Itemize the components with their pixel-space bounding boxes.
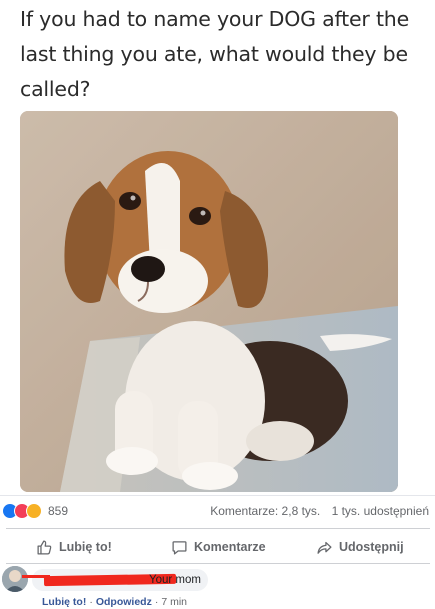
comment-meta: Lubię to! · Odpowiedz · 7 min [42,596,187,608]
avatar-image [2,566,28,592]
post-photo[interactable] [20,111,398,492]
share-button[interactable]: Udostępnij [316,533,404,561]
comment-bubble: Your mom [32,569,208,591]
post-actions: Lubię to! Komentarze Udostępnij [0,533,435,561]
like-button[interactable]: Lubię to! [36,533,112,561]
comment: Your mom Lubię to! · Odpowiedz · 7 min [0,566,435,609]
divider [6,563,430,564]
haha-icon [26,503,42,519]
comment-text: Your mom [149,574,201,586]
beagle-puppy-image [20,111,398,492]
share-label: Udostępnij [339,540,404,554]
comment-time[interactable]: 7 min [161,596,187,608]
comment-button[interactable]: Komentarze [171,533,266,561]
thumbs-up-icon [37,539,52,555]
comment-icon [172,540,187,555]
reaction-count[interactable]: 859 [48,504,68,518]
reactions-bar: 859 Komentarze: 2,8 tys. 1 tys. udostępn… [0,500,435,522]
avatar[interactable] [2,566,28,592]
shares-count[interactable]: 1 tys. udostępnień [332,504,429,518]
redaction-mark [22,575,50,578]
like-label: Lubię to! [59,540,112,554]
divider [6,528,430,529]
comments-count[interactable]: Komentarze: 2,8 tys. [210,504,320,518]
reaction-icons[interactable] [2,503,46,519]
separator: · [89,596,93,608]
post-stats: Komentarze: 2,8 tys. 1 tys. udostępnień [202,504,429,518]
post-text: If you had to name your DOG after the la… [20,7,409,101]
share-icon [317,541,332,554]
divider [0,495,435,496]
separator: · [154,596,159,608]
comment-reply-link[interactable]: Odpowiedz [96,596,152,608]
comment-label: Komentarze [194,540,266,554]
comment-like-link[interactable]: Lubię to! [42,596,86,608]
